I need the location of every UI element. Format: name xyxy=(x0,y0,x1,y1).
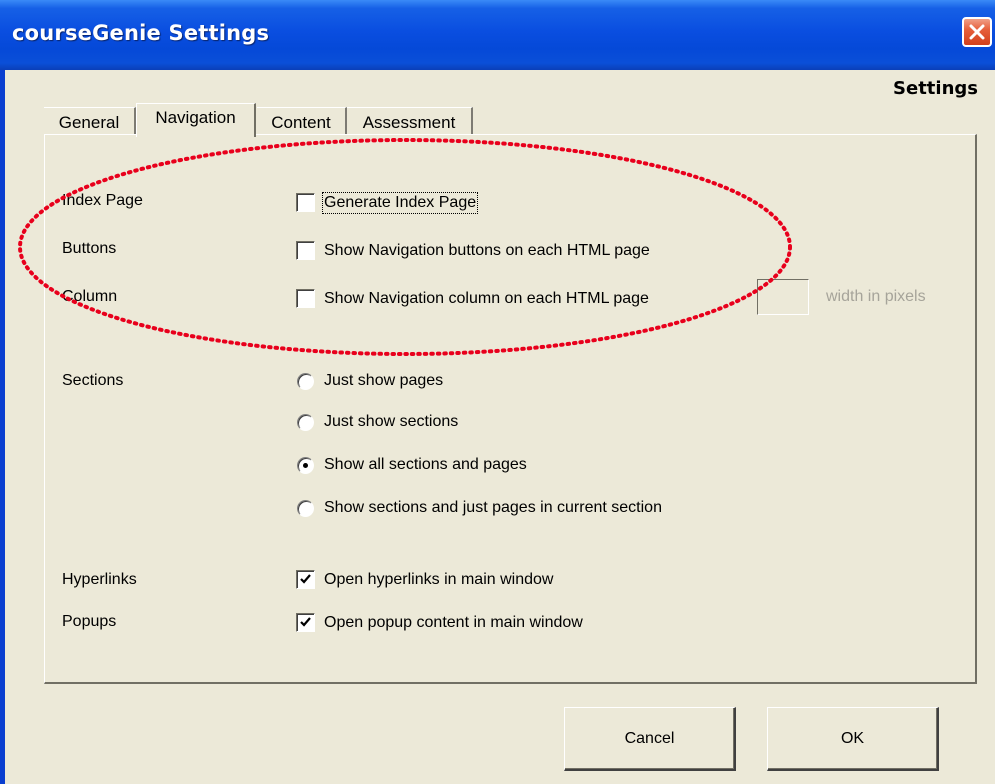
cancel-button[interactable]: Cancel xyxy=(564,707,736,771)
tab-assessment[interactable]: Assessment xyxy=(347,107,473,135)
close-button[interactable] xyxy=(962,17,992,47)
title-bar[interactable]: courseGenie Settings xyxy=(0,0,995,70)
window-left-border xyxy=(0,70,5,784)
tab-general[interactable]: General xyxy=(44,107,136,135)
window-title: courseGenie Settings xyxy=(12,21,270,45)
tab-content[interactable]: Content xyxy=(257,107,347,135)
close-icon xyxy=(969,24,985,40)
tab-label: Content xyxy=(271,113,331,132)
tab-label: Navigation xyxy=(155,108,236,127)
tab-navigation[interactable]: Navigation xyxy=(136,103,256,137)
page-heading: Settings xyxy=(893,78,978,99)
navigation-panel xyxy=(44,134,977,684)
ok-button[interactable]: OK xyxy=(767,707,939,771)
tab-label: General xyxy=(58,113,120,132)
settings-dialog: courseGenie Settings Settings General Na… xyxy=(0,0,995,784)
tab-label: Assessment xyxy=(362,113,456,132)
